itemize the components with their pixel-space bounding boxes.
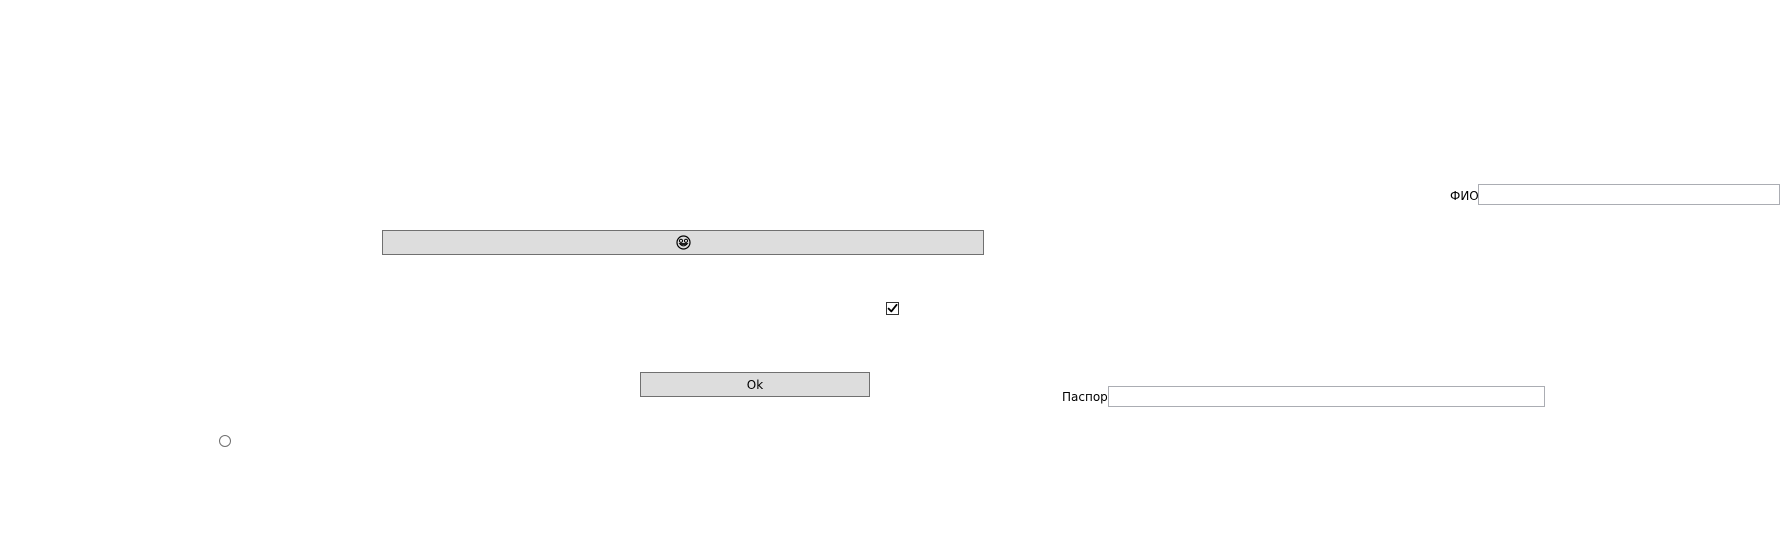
smiley-button[interactable] [382,230,984,255]
checkmark-icon [887,303,898,314]
passport-label: Паспорт [1062,390,1115,404]
fio-label: ФИО [1450,189,1479,203]
radio-button[interactable] [219,435,231,447]
passport-input[interactable] [1108,386,1545,407]
checkbox[interactable] [886,302,899,315]
fio-input[interactable] [1478,184,1780,205]
smiley-face-icon [675,235,691,250]
ok-button[interactable]: Ok [640,372,870,397]
